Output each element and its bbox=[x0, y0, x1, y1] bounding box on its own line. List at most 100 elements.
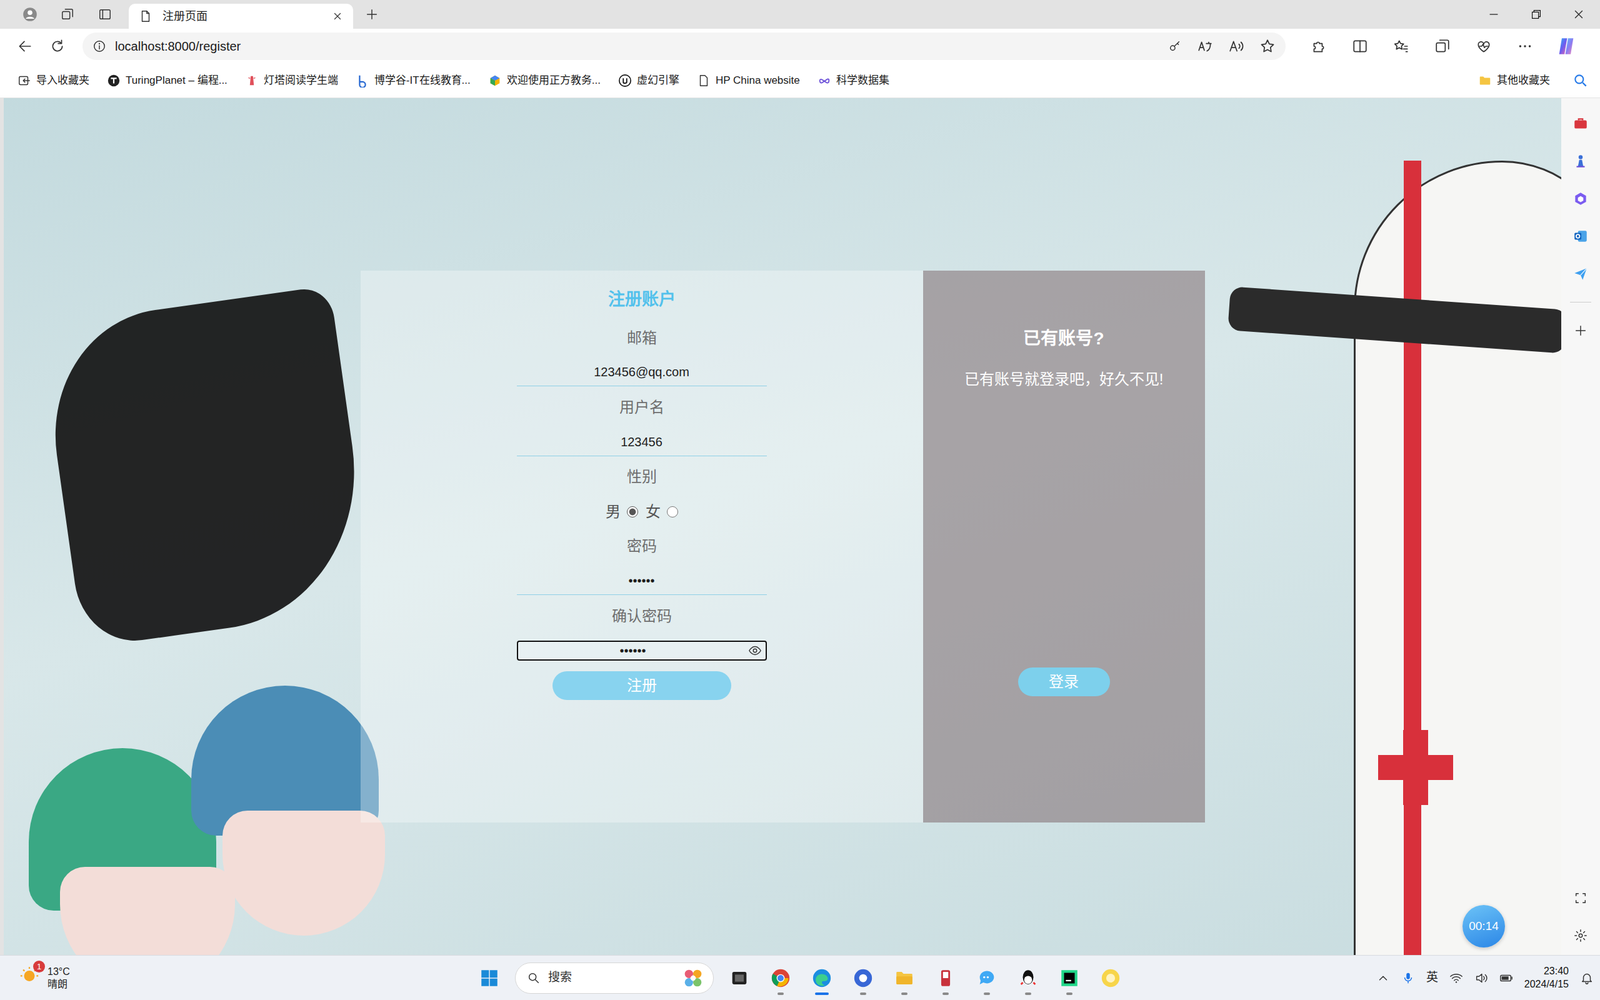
tab-title[interactable]: 注册页面 bbox=[162, 8, 208, 25]
new-tab-button[interactable] bbox=[353, 0, 391, 29]
wifi-icon[interactable] bbox=[1449, 971, 1464, 985]
bookmark-item[interactable]: 科学数据集 bbox=[811, 68, 896, 94]
sidebar-item[interactable] bbox=[1570, 888, 1592, 908]
tab-actions-button[interactable] bbox=[86, 0, 124, 29]
gender-radio[interactable] bbox=[626, 506, 639, 518]
other-bookmarks[interactable]: 其他收藏夹 bbox=[1471, 68, 1557, 94]
other-bookmarks-label[interactable]: 其他收藏夹 bbox=[1496, 72, 1550, 89]
browser-essentials-button[interactable] bbox=[1463, 31, 1505, 62]
translate-icon[interactable] bbox=[1196, 38, 1214, 55]
text-input[interactable] bbox=[516, 428, 767, 457]
gender-option-label[interactable]: 女 bbox=[645, 500, 661, 524]
bookmark-item[interactable]: 博学谷-IT在线教育... bbox=[349, 68, 477, 94]
bookmark-item[interactable]: 欢迎使用正方教务... bbox=[481, 68, 607, 94]
flower-icon bbox=[680, 965, 706, 991]
sidebar-item[interactable] bbox=[1570, 264, 1592, 284]
minimize-button[interactable] bbox=[1472, 0, 1515, 29]
bookmark-item[interactable]: 灯塔阅读学生端 bbox=[238, 68, 345, 94]
focused-input-box[interactable] bbox=[516, 640, 767, 661]
bookmark-label[interactable]: 虚幻引擎 bbox=[636, 72, 680, 89]
workspaces-button[interactable] bbox=[48, 0, 87, 29]
bookmark-label[interactable]: HP China website bbox=[715, 72, 800, 89]
taskbar-app[interactable] bbox=[966, 957, 1008, 999]
sidebar-item[interactable] bbox=[1570, 114, 1592, 134]
tab-bar: 注册页面 bbox=[0, 0, 1600, 29]
restore-button[interactable] bbox=[1515, 0, 1558, 29]
gender-radio[interactable] bbox=[666, 506, 679, 518]
chevron-icon[interactable] bbox=[1376, 971, 1390, 985]
clock-time[interactable]: 23:40 bbox=[1524, 965, 1569, 979]
weather-widget[interactable]: 1 13°C 晴朗 bbox=[0, 964, 469, 992]
taskbar-app[interactable] bbox=[842, 957, 884, 999]
bookmark-item[interactable]: HP China website bbox=[690, 68, 807, 94]
clock-date[interactable]: 2024/4/15 bbox=[1524, 978, 1569, 992]
taskbar-app[interactable] bbox=[760, 957, 802, 999]
split-screen-button[interactable] bbox=[1339, 31, 1381, 62]
login-button[interactable]: 登录 bbox=[1018, 667, 1110, 697]
register-button[interactable]: 注册 bbox=[552, 671, 732, 700]
taskbar-app[interactable] bbox=[1048, 957, 1090, 999]
bookmark-label[interactable]: 科学数据集 bbox=[836, 72, 890, 89]
medic-figure bbox=[1353, 160, 1562, 955]
speaker-icon[interactable] bbox=[1474, 971, 1489, 985]
search-icon[interactable] bbox=[1572, 72, 1589, 89]
register-title: 注册账户 bbox=[608, 281, 676, 317]
browser-tab[interactable]: 注册页面 bbox=[128, 3, 354, 29]
refresh-icon bbox=[49, 38, 66, 55]
copilot-button[interactable] bbox=[1545, 31, 1587, 62]
url-text[interactable]: localhost:8000/register bbox=[115, 36, 241, 56]
bookmark-item[interactable]: 导入收藏夹 bbox=[11, 68, 96, 94]
favorites-button[interactable] bbox=[1380, 31, 1422, 62]
bookmark-label[interactable]: 导入收藏夹 bbox=[36, 72, 90, 89]
sidebar-item[interactable] bbox=[1570, 926, 1592, 945]
close-icon bbox=[1571, 7, 1586, 22]
bookmark-label[interactable]: 欢迎使用正方教务... bbox=[506, 72, 601, 89]
battery-icon[interactable] bbox=[1499, 971, 1514, 985]
taskbar-app[interactable] bbox=[883, 957, 925, 999]
sidebar-item[interactable] bbox=[1570, 321, 1592, 340]
gender-option[interactable]: 男 bbox=[605, 500, 639, 524]
profile-button[interactable] bbox=[11, 0, 49, 29]
recording-timer[interactable]: 00:14 bbox=[1462, 905, 1505, 948]
taskbar-app[interactable] bbox=[1090, 957, 1132, 999]
close-window-button[interactable] bbox=[1557, 0, 1600, 29]
refresh-button[interactable] bbox=[41, 31, 74, 62]
password-input[interactable] bbox=[518, 641, 749, 660]
readaloud-icon[interactable] bbox=[1228, 38, 1245, 55]
taskbar-app[interactable] bbox=[925, 957, 967, 999]
gender-option[interactable]: 女 bbox=[645, 500, 679, 524]
clock[interactable]: 23:40 2024/4/15 bbox=[1524, 965, 1569, 992]
sidebar-item[interactable] bbox=[1570, 189, 1592, 209]
input-method[interactable]: 英 bbox=[1426, 968, 1439, 987]
start-button[interactable] bbox=[468, 957, 510, 999]
sidebar-item[interactable] bbox=[1570, 226, 1592, 246]
collections-button[interactable] bbox=[1421, 31, 1464, 62]
zf-icon bbox=[488, 73, 502, 88]
info-icon[interactable] bbox=[92, 39, 107, 54]
sidebar-item[interactable] bbox=[1570, 151, 1592, 171]
sidebar-search[interactable] bbox=[1561, 72, 1600, 89]
taskbar-app[interactable] bbox=[718, 957, 760, 999]
taskbar-search[interactable]: 搜索 bbox=[515, 962, 714, 994]
close-icon[interactable] bbox=[331, 10, 344, 22]
bookmark-label[interactable]: 博学谷-IT在线教育... bbox=[374, 72, 471, 89]
more-button[interactable] bbox=[1504, 31, 1546, 62]
star-icon[interactable] bbox=[1259, 38, 1276, 55]
address-bar[interactable]: localhost:8000/register bbox=[82, 32, 1286, 60]
bookmark-label[interactable]: TuringPlanet – 编程... bbox=[125, 72, 228, 89]
key-icon[interactable] bbox=[1168, 39, 1182, 54]
text-input[interactable] bbox=[516, 358, 767, 387]
password-input[interactable] bbox=[516, 567, 767, 595]
bell-icon[interactable] bbox=[1580, 971, 1594, 985]
back-button[interactable] bbox=[8, 31, 42, 62]
mic-icon[interactable] bbox=[1401, 971, 1415, 985]
bookmark-label[interactable]: 灯塔阅读学生端 bbox=[263, 72, 339, 89]
extensions-button[interactable] bbox=[1298, 31, 1340, 62]
eye-icon[interactable] bbox=[748, 643, 762, 658]
search-label[interactable]: 搜索 bbox=[548, 968, 572, 987]
gender-option-label[interactable]: 男 bbox=[605, 500, 621, 524]
taskbar-app[interactable] bbox=[1007, 957, 1049, 999]
bookmark-item[interactable]: 虚幻引擎 bbox=[611, 68, 686, 94]
bookmark-item[interactable]: TuringPlanet – 编程... bbox=[100, 68, 234, 94]
taskbar-app[interactable] bbox=[801, 957, 843, 999]
